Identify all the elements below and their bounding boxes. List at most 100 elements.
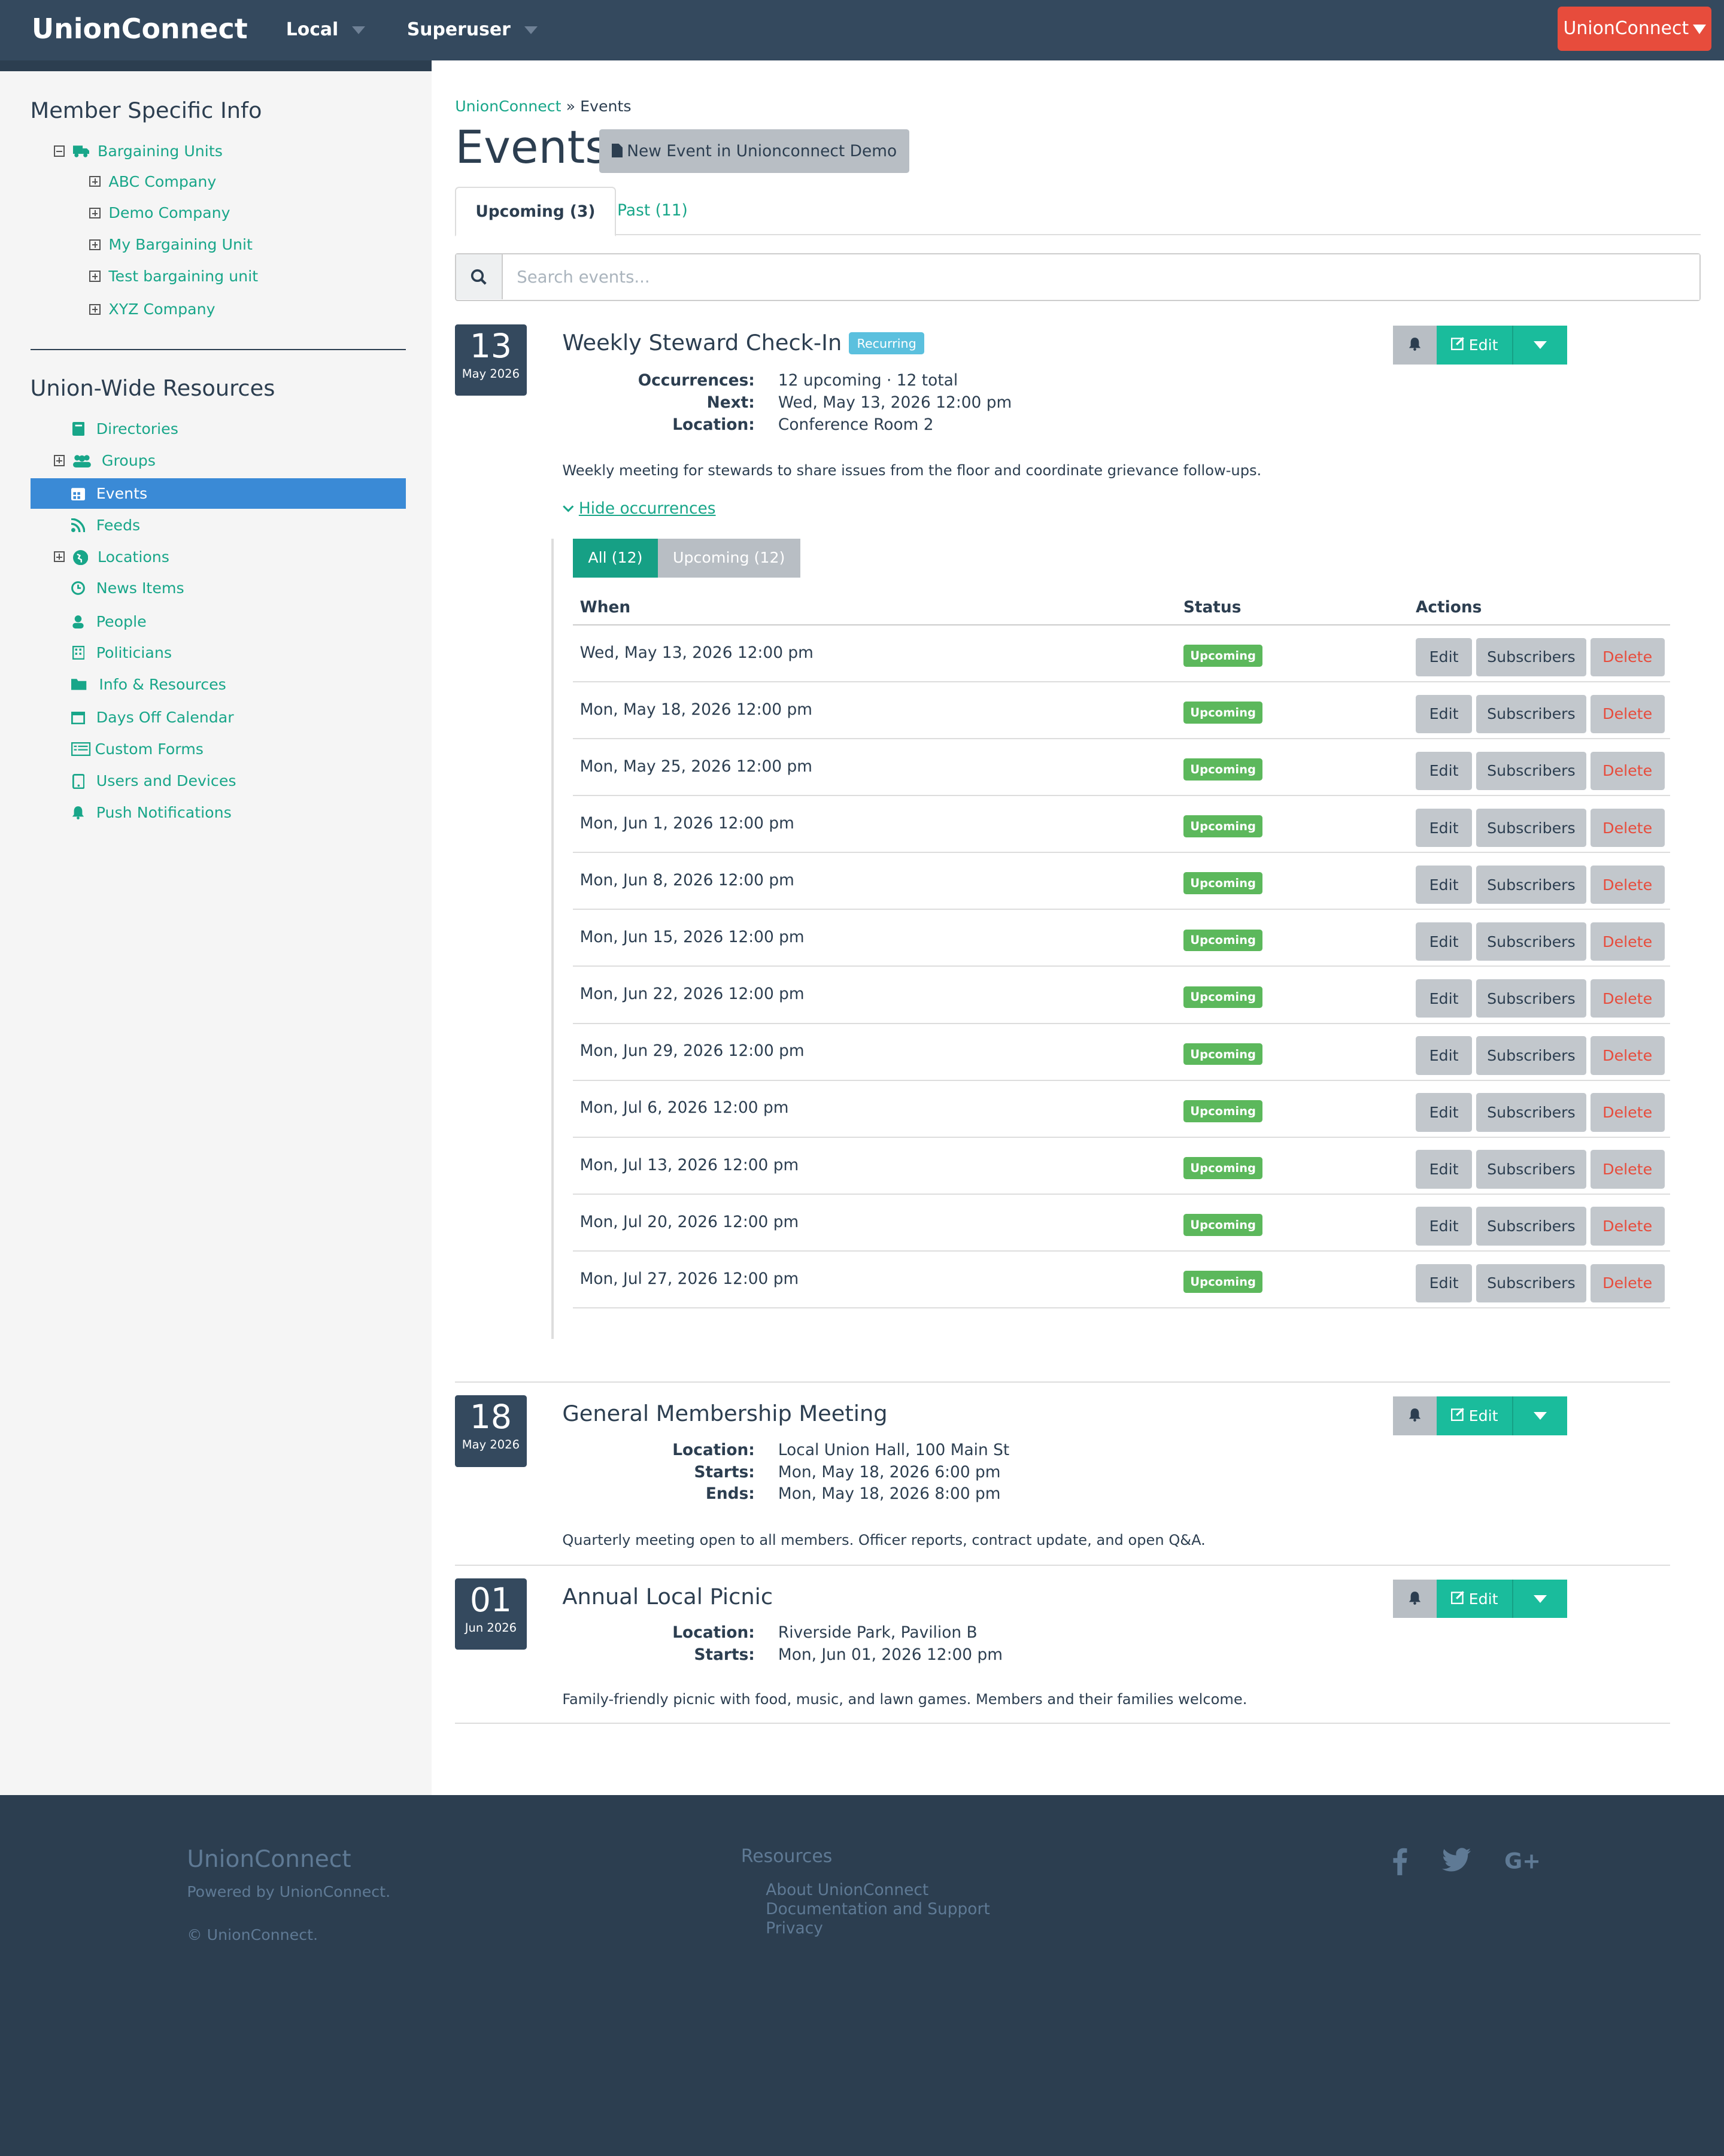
- occurrence-edit-button[interactable]: Edit: [1415, 1036, 1473, 1075]
- sidebar-item-feeds[interactable]: Feeds: [71, 511, 140, 539]
- occurrence-edit-button[interactable]: Edit: [1415, 922, 1473, 961]
- sidebar-item-users-devices[interactable]: Users and Devices: [71, 767, 236, 795]
- event-edit-button[interactable]: Edit: [1437, 326, 1513, 365]
- notify-button[interactable]: [1392, 326, 1437, 365]
- event-edit-button[interactable]: Edit: [1437, 1396, 1513, 1435]
- sidebar-item-groups[interactable]: Groups: [53, 447, 156, 474]
- expand-icon[interactable]: [89, 175, 101, 187]
- event-more-dropdown[interactable]: [1512, 1579, 1568, 1618]
- sidebar-item-demo-company[interactable]: Demo Company: [89, 199, 230, 227]
- google-plus-icon[interactable]: G+: [1504, 1848, 1541, 1878]
- occurrence-subscribers-button[interactable]: Subscribers: [1476, 637, 1586, 676]
- occurrence-subscribers-button[interactable]: Subscribers: [1476, 979, 1586, 1018]
- occurrence-subscribers-button[interactable]: Subscribers: [1476, 865, 1586, 904]
- sidebar-item-politicians[interactable]: Politicians: [71, 639, 172, 667]
- sidebar-item-news-items[interactable]: News Items: [71, 575, 184, 602]
- expand-icon[interactable]: [89, 239, 101, 250]
- occurrence-delete-button[interactable]: Delete: [1590, 808, 1665, 848]
- account-menu-button[interactable]: UnionConnect: [1558, 7, 1712, 51]
- sidebar-item-people[interactable]: People: [71, 608, 147, 635]
- occurrence-delete-button[interactable]: Delete: [1590, 1264, 1665, 1302]
- sidebar-item-abc-company[interactable]: ABC Company: [89, 168, 216, 195]
- occurrence-delete-button[interactable]: Delete: [1590, 1150, 1665, 1189]
- sidebar-item-directories[interactable]: Directories: [71, 415, 178, 443]
- bell-icon: [1408, 335, 1422, 356]
- footer-link-privacy[interactable]: Privacy: [766, 1919, 823, 1938]
- tab-upcoming-occurrences[interactable]: Upcoming (12): [657, 539, 800, 578]
- occurrence-edit-button[interactable]: Edit: [1415, 1150, 1473, 1189]
- footer-link-docs[interactable]: Documentation and Support: [766, 1900, 990, 1918]
- occurrence-edit-button[interactable]: Edit: [1415, 979, 1473, 1018]
- occurrence-delete-button[interactable]: Delete: [1590, 694, 1665, 733]
- occurrence-subscribers-button[interactable]: Subscribers: [1476, 694, 1586, 733]
- tab-upcoming[interactable]: Upcoming (3): [455, 187, 616, 236]
- event-title[interactable]: General Membership Meeting: [562, 1401, 887, 1426]
- sidebar-item-xyz-company[interactable]: XYZ Company: [89, 296, 216, 323]
- sidebar-item-my-bargaining-unit[interactable]: My Bargaining Unit: [89, 231, 253, 259]
- occurrence-delete-button[interactable]: Delete: [1590, 1207, 1665, 1246]
- event-separator: [455, 1564, 1671, 1566]
- table-row: Mon, May 18, 2026 12:00 pm Upcoming Edit Su…: [573, 682, 1670, 740]
- occurrence-subscribers-button[interactable]: Subscribers: [1476, 1093, 1586, 1132]
- hide-occurrences-link[interactable]: Hide occurrences: [562, 499, 716, 518]
- sidebar-item-days-off-calendar[interactable]: Days Off Calendar: [71, 704, 234, 731]
- sidebar-item-custom-forms[interactable]: Custom Forms: [71, 736, 204, 763]
- notify-button[interactable]: [1392, 1579, 1437, 1618]
- event-title[interactable]: Weekly Steward Check-In Recurring: [562, 330, 925, 356]
- occurrence-edit-button[interactable]: Edit: [1415, 1264, 1473, 1302]
- occurrence-edit-button[interactable]: Edit: [1415, 808, 1473, 848]
- expand-icon[interactable]: [89, 303, 101, 315]
- search-input[interactable]: [503, 254, 1699, 300]
- expand-icon[interactable]: [89, 207, 101, 219]
- sidebar-item-locations[interactable]: Locations: [53, 543, 169, 570]
- expand-icon[interactable]: [53, 455, 65, 466]
- occurrence-subscribers-button[interactable]: Subscribers: [1476, 808, 1586, 848]
- sidebar-item-label: News Items: [96, 579, 184, 597]
- sidebar-item-push-notifications[interactable]: Push Notifications: [71, 798, 232, 826]
- sidebar-item-events[interactable]: Events: [30, 478, 406, 509]
- occurrence-delete-button[interactable]: Delete: [1590, 979, 1665, 1018]
- meta-key: Location:: [672, 1440, 755, 1459]
- notify-button[interactable]: [1392, 1396, 1437, 1435]
- occurrence-subscribers-button[interactable]: Subscribers: [1476, 1264, 1586, 1302]
- occurrence-delete-button[interactable]: Delete: [1590, 751, 1665, 791]
- occurrence-subscribers-button[interactable]: Subscribers: [1476, 1150, 1586, 1189]
- sidebar-item-info-resources[interactable]: Info & Resources: [71, 671, 226, 699]
- twitter-icon[interactable]: [1442, 1848, 1471, 1878]
- occurrence-delete-button[interactable]: Delete: [1590, 865, 1665, 904]
- occurrence-subscribers-button[interactable]: Subscribers: [1476, 922, 1586, 961]
- occurrence-delete-button[interactable]: Delete: [1590, 1093, 1665, 1132]
- occurrence-edit-button[interactable]: Edit: [1415, 1093, 1473, 1132]
- meta-value: 12 upcoming · 12 total: [778, 371, 958, 390]
- occurrence-edit-button[interactable]: Edit: [1415, 637, 1473, 676]
- event-title[interactable]: Annual Local Picnic: [562, 1584, 773, 1610]
- event-more-dropdown[interactable]: [1512, 1396, 1568, 1435]
- occurrence-subscribers-button[interactable]: Subscribers: [1476, 751, 1586, 791]
- occurrence-edit-button[interactable]: Edit: [1415, 694, 1473, 733]
- expand-icon[interactable]: [89, 271, 101, 282]
- navbar-brand[interactable]: UnionConnect: [32, 13, 248, 45]
- occurrence-delete-button[interactable]: Delete: [1590, 922, 1665, 961]
- occurrence-edit-button[interactable]: Edit: [1415, 865, 1473, 904]
- event-edit-button[interactable]: Edit: [1437, 1579, 1513, 1618]
- new-event-button[interactable]: New Event in Unionconnect Demo: [599, 129, 909, 174]
- occurrence-subscribers-button[interactable]: Subscribers: [1476, 1207, 1586, 1246]
- expand-icon[interactable]: [53, 551, 65, 563]
- facebook-icon[interactable]: [1391, 1848, 1408, 1881]
- occurrence-delete-button[interactable]: Delete: [1590, 637, 1665, 676]
- breadcrumb-root-link[interactable]: UnionConnect: [455, 98, 561, 115]
- occurrence-subscribers-button[interactable]: Subscribers: [1476, 1036, 1586, 1075]
- footer-link-about[interactable]: About UnionConnect: [766, 1881, 928, 1899]
- event-more-dropdown[interactable]: [1512, 326, 1568, 365]
- sidebar-item-bargaining-units[interactable]: Bargaining Units: [53, 138, 223, 165]
- occurrence-delete-button[interactable]: Delete: [1590, 1036, 1665, 1075]
- book-icon: [71, 422, 85, 436]
- collapse-icon[interactable]: [53, 145, 65, 157]
- occurrence-edit-button[interactable]: Edit: [1415, 751, 1473, 791]
- sidebar-item-test-bargaining-unit[interactable]: Test bargaining unit: [89, 263, 258, 290]
- occurrence-edit-button[interactable]: Edit: [1415, 1207, 1473, 1246]
- nav-menu-superuser[interactable]: Superuser: [407, 19, 538, 40]
- tab-past[interactable]: Past (11): [598, 187, 707, 235]
- tab-all-occurrences[interactable]: All (12): [573, 539, 658, 578]
- nav-menu-local[interactable]: Local: [286, 19, 366, 40]
